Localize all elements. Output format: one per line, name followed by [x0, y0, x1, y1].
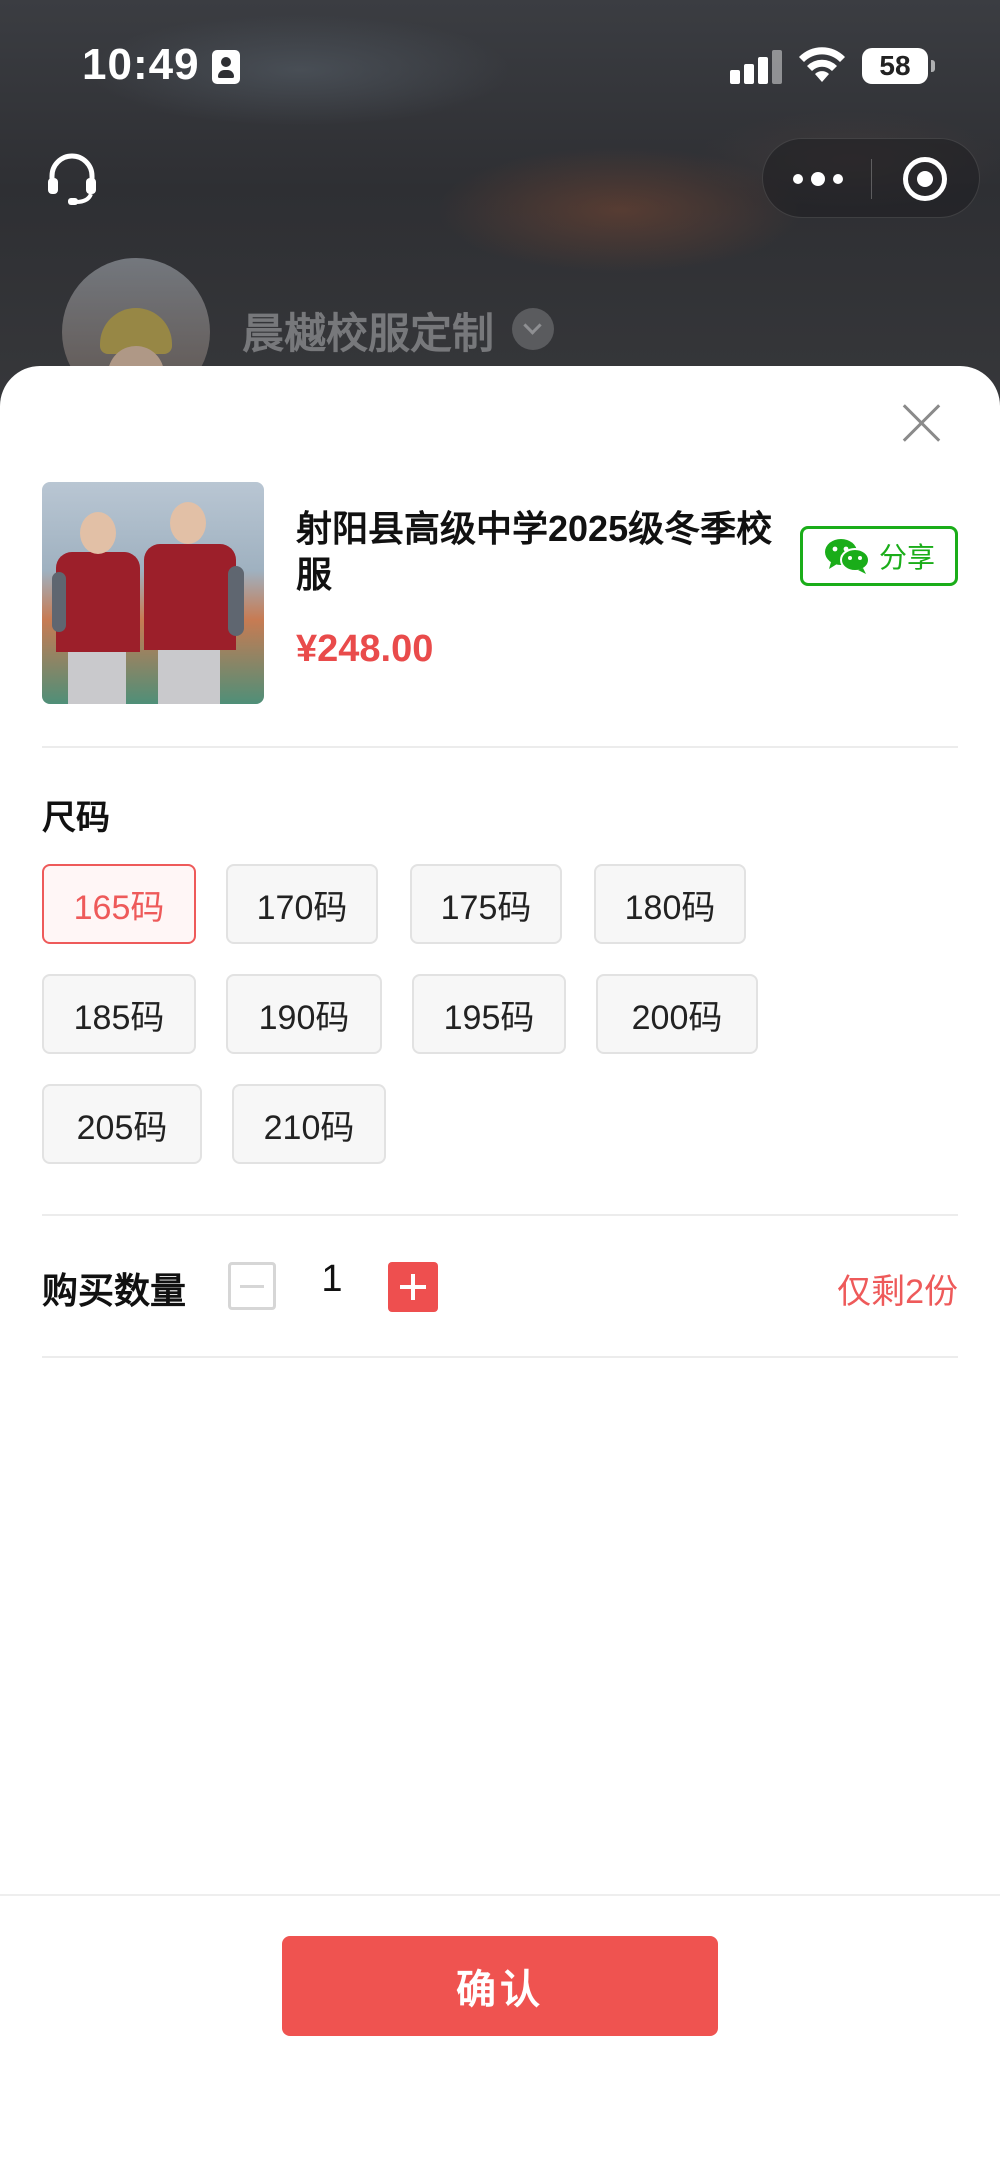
chevron-down-icon [512, 308, 554, 350]
product-image [42, 482, 264, 704]
size-option-205[interactable]: 205码 [42, 1084, 202, 1164]
stock-note: 仅剩2份 [837, 1273, 958, 1311]
size-option-190[interactable]: 190码 [226, 974, 382, 1054]
size-option-195[interactable]: 195码 [412, 974, 566, 1054]
size-option-175[interactable]: 175码 [410, 864, 562, 944]
quantity-increase-button[interactable] [388, 1262, 438, 1312]
capsule-close-icon[interactable] [903, 157, 947, 201]
share-label: 分享 [878, 542, 935, 573]
size-section-title: 尺码 [42, 799, 110, 837]
confirm-button[interactable]: 确认 [282, 1936, 718, 2036]
product-price: ¥248.00 [296, 628, 434, 670]
divider [42, 1356, 958, 1358]
mini-program-capsule [762, 138, 980, 218]
status-bar: 10:49 58 [0, 0, 1000, 130]
product-title: 射阳县高级中学2025级冬季校服 [296, 508, 773, 595]
more-dots-icon[interactable] [793, 165, 845, 193]
size-option-210[interactable]: 210码 [232, 1084, 386, 1164]
headset-icon[interactable] [44, 150, 100, 206]
size-option-200[interactable]: 200码 [596, 974, 758, 1054]
status-time: 10:49 [82, 40, 200, 89]
footer-divider [0, 1894, 1000, 1896]
size-option-185[interactable]: 185码 [42, 974, 196, 1054]
quantity-label: 购买数量 [42, 1270, 187, 1311]
shop-name: 晨樾校服定制 [242, 310, 495, 357]
size-option-165[interactable]: 165码 [42, 864, 196, 944]
sku-selection-sheet: 射阳县高级中学2025级冬季校服 ¥248.00 分享 尺码 165码 170码… [0, 366, 1000, 2164]
screen: 10:49 58 晨樾校服定制 射阳县高级中学2025级冬季校服 ¥248.00… [0, 0, 1000, 2164]
quantity-value: 1 [321, 1258, 343, 1300]
capsule-divider [871, 159, 872, 199]
signal-icon [730, 48, 782, 84]
size-option-170[interactable]: 170码 [226, 864, 378, 944]
id-card-icon [212, 50, 240, 84]
size-option-180[interactable]: 180码 [594, 864, 746, 944]
divider [42, 1214, 958, 1216]
divider [42, 746, 958, 748]
share-button[interactable]: 分享 [800, 526, 958, 586]
wechat-icon [824, 539, 870, 574]
close-icon[interactable] [898, 398, 946, 446]
quantity-decrease-button[interactable] [228, 1262, 276, 1310]
wifi-icon [799, 47, 845, 82]
battery-icon: 58 [862, 48, 935, 84]
